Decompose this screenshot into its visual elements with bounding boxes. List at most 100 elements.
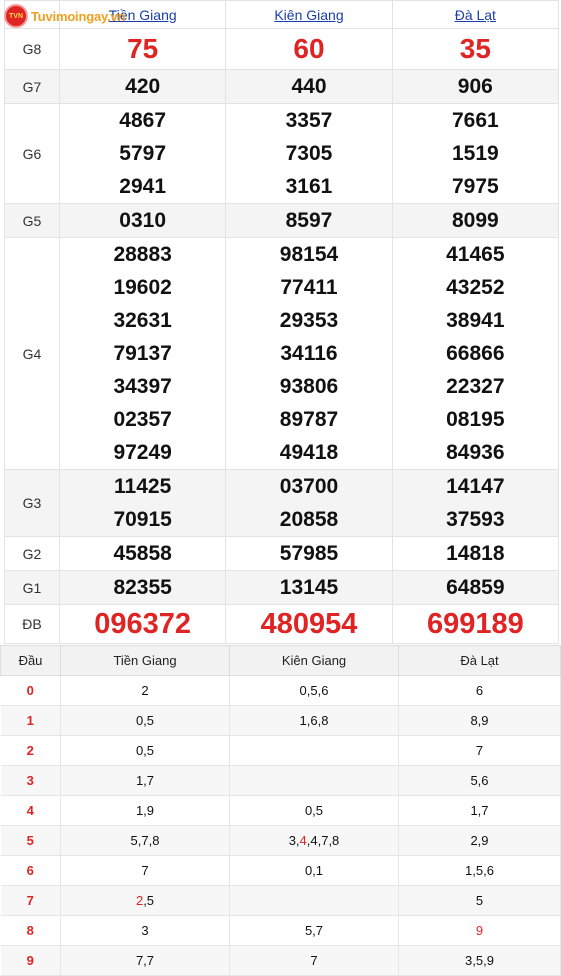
loto-tail-cell: 2,5 xyxy=(60,885,230,916)
loto-tail-cell: 7,7 xyxy=(60,945,230,976)
loto-tail-text: 7 xyxy=(141,863,149,878)
loto-tail-cell: 0,5 xyxy=(60,705,230,736)
prize-number: 43252 xyxy=(446,276,505,299)
prize-cell: 82355 xyxy=(58,570,227,605)
prize-cell: 98154 77411 29353 34116 93806 89787 49418 xyxy=(225,237,393,470)
prize-number: 60 xyxy=(293,33,325,64)
loto-row: 6 7 0,1 1,5,6 xyxy=(0,855,561,886)
results-table: Tiền Giang Kiên Giang Đà Lạt G8 75 60 35 G7 4… xyxy=(4,0,560,644)
loto-tail-cell: 7 xyxy=(398,735,561,766)
prize-number: 420 xyxy=(125,75,161,98)
loto-head-digit: 1 xyxy=(0,705,61,736)
prize-row: G8 75 60 35 xyxy=(4,28,560,70)
loto-tail-text: 0,5 xyxy=(135,743,155,758)
loto-head-digit: 3 xyxy=(0,765,61,796)
prize-number: 34397 xyxy=(113,375,172,398)
loto-tail-text: 3,5,9 xyxy=(465,953,494,968)
prize-number: 3161 xyxy=(285,175,333,198)
prize-number: 97249 xyxy=(113,441,172,464)
prize-number: 82355 xyxy=(113,576,172,599)
province-link[interactable]: Kiên Giang xyxy=(274,7,343,23)
prize-cell: 0310 xyxy=(58,203,227,238)
prize-number: 0310 xyxy=(119,209,167,232)
loto-tail-text: ,5 xyxy=(143,893,155,908)
prize-cell: 60 xyxy=(225,28,393,70)
prize-cell: 64859 xyxy=(391,570,560,605)
prize-number: 34116 xyxy=(280,342,338,365)
loto-row: 9 7,7 7 3,5,9 xyxy=(0,945,561,976)
prize-number: 32631 xyxy=(113,309,172,332)
prize-number: 77411 xyxy=(280,276,338,299)
prize-cell: 8099 xyxy=(391,203,560,238)
loto-tail-text: 0,5 xyxy=(135,713,155,728)
prize-number: 1519 xyxy=(451,142,499,165)
loto-header: Tiền Giang xyxy=(60,645,230,676)
loto-tail-text: 2,9 xyxy=(470,833,489,848)
loto-row: 3 1,7 5,6 xyxy=(0,765,561,796)
loto-header: Kiên Giang xyxy=(229,645,399,676)
loto-row: 1 0,5 1,6,8 8,9 xyxy=(0,705,561,736)
site-logo[interactable]: TVN Tuvimoingay.vn xyxy=(4,3,125,29)
prize-cell: 13145 xyxy=(225,570,393,605)
loto-tail-cell: 5,7,8 xyxy=(60,825,230,856)
prize-number: 38941 xyxy=(446,309,505,332)
province-header: Kiên Giang xyxy=(225,0,393,29)
prize-number: 7661 xyxy=(451,109,499,132)
loto-tail-cell: 5,7 xyxy=(229,915,399,946)
prize-number: 75 xyxy=(127,33,159,64)
prize-number: 93806 xyxy=(279,375,339,398)
prize-number: 70915 xyxy=(113,508,172,531)
loto-tail-cell xyxy=(229,885,399,916)
prize-number: 906 xyxy=(457,75,493,98)
loto-row: 5 5,7,8 3,4,4,7,8 2,9 xyxy=(0,825,561,856)
loto-tail-cell: 7 xyxy=(60,855,230,886)
prize-cell: 14147 37593 xyxy=(391,469,560,537)
prize-label: G7 xyxy=(4,69,60,104)
prize-row: G2 45858 57985 14818 xyxy=(4,536,560,571)
loto-head-digit: 6 xyxy=(0,855,61,886)
loto-row: 0 2 0,5,6 6 xyxy=(0,675,561,706)
loto-tail-cell: 3,4,4,7,8 xyxy=(229,825,399,856)
loto-tail-text: 1,9 xyxy=(135,803,155,818)
prize-number: 28883 xyxy=(113,243,172,266)
loto-header-row: Đầu Tiền Giang Kiên Giang Đà Lạt xyxy=(0,645,561,676)
prize-cell: 3357 7305 3161 xyxy=(225,103,393,204)
prize-number: 45858 xyxy=(113,542,172,565)
prize-cell: 14818 xyxy=(391,536,560,571)
prize-label: G2 xyxy=(4,536,60,571)
loto-tail-text: 2 xyxy=(141,683,149,698)
prize-cell: 75 xyxy=(58,28,227,70)
loto-tail-text: 8,9 xyxy=(470,713,489,728)
loto-tail-text: 7,7 xyxy=(135,953,155,968)
loto-tail-text: 1,6,8 xyxy=(299,713,329,728)
loto-tail-text: 3, xyxy=(288,833,300,848)
loto-tail-cell: 7 xyxy=(229,945,399,976)
prize-cell: 906 xyxy=(391,69,560,104)
loto-row: 4 1,9 0,5 1,7 xyxy=(0,795,561,826)
prize-number: 14818 xyxy=(446,542,505,565)
prize-number: 08195 xyxy=(446,408,505,431)
loto-head-digit: 5 xyxy=(0,825,61,856)
loto-tail-cell: 1,7 xyxy=(398,795,561,826)
loto-tail-cell: 8,9 xyxy=(398,705,561,736)
province-link[interactable]: Đà Lạt xyxy=(455,7,496,23)
prize-label: G8 xyxy=(4,28,60,70)
prize-label: G3 xyxy=(4,469,60,537)
loto-tail-text: 3 xyxy=(141,923,149,938)
prize-label: ĐB xyxy=(4,604,60,644)
prize-number: 03700 xyxy=(279,475,339,498)
prize-number: 02357 xyxy=(113,408,172,431)
prize-number: 84936 xyxy=(446,441,505,464)
loto-tail-cell: 1,5,6 xyxy=(398,855,561,886)
prize-cell: 11425 70915 xyxy=(58,469,227,537)
prize-number: 2941 xyxy=(119,175,167,198)
loto-tail-cell: 0,1 xyxy=(229,855,399,886)
prize-number: 699189 xyxy=(426,608,524,640)
prize-cell: 699189 xyxy=(391,604,560,644)
prize-cell: 4867 5797 2941 xyxy=(58,103,227,204)
prize-cell: 8597 xyxy=(225,203,393,238)
prize-cell: 28883 19602 32631 79137 34397 02357 97249 xyxy=(58,237,227,470)
loto-tail-text: 1,5,6 xyxy=(465,863,494,878)
loto-tail-cell: 2,9 xyxy=(398,825,561,856)
loto-tail-text: 0,1 xyxy=(304,863,324,878)
